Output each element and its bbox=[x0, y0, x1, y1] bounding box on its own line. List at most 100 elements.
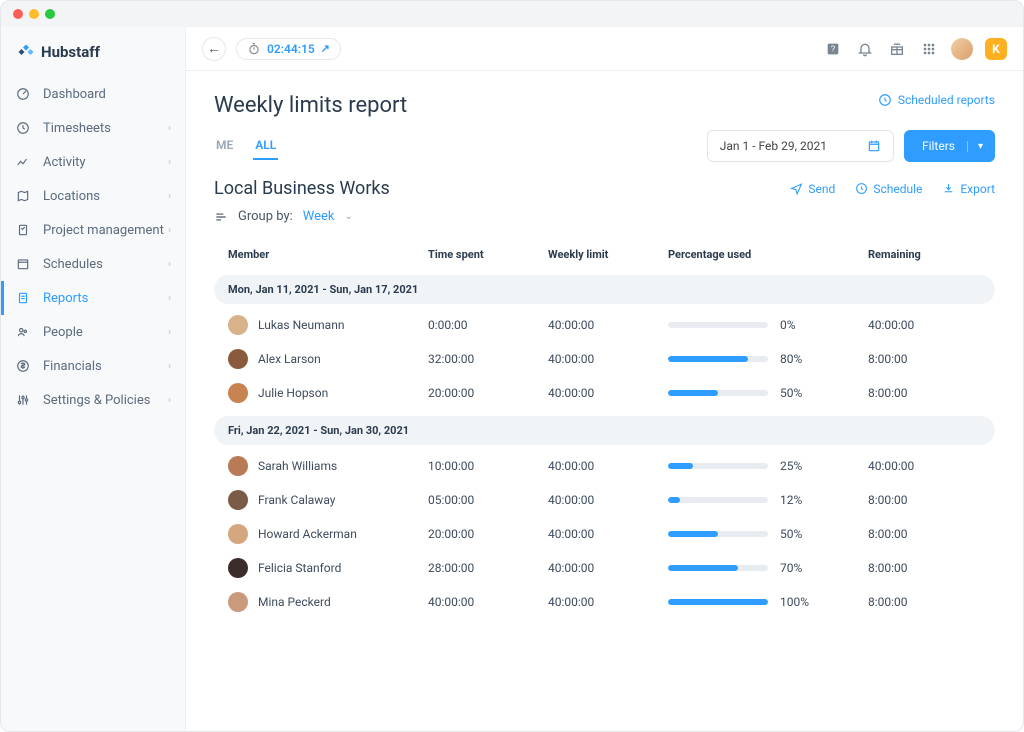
bell-icon[interactable] bbox=[855, 39, 875, 59]
pct-label: 70% bbox=[780, 561, 802, 575]
remaining: 8:00:00 bbox=[868, 561, 981, 575]
chart-icon bbox=[15, 154, 31, 170]
apps-icon[interactable] bbox=[919, 39, 939, 59]
chevron-down-icon: ⌄ bbox=[345, 211, 353, 222]
brand-name: Hubstaff bbox=[41, 43, 100, 61]
sidebar-item-label: Locations bbox=[43, 189, 100, 204]
time-spent: 0:00:00 bbox=[428, 318, 548, 332]
report-tabs: ME ALL bbox=[214, 132, 278, 160]
member-avatar bbox=[228, 383, 248, 403]
member-name: Mina Peckerd bbox=[258, 595, 331, 609]
gauge-icon bbox=[15, 86, 31, 102]
dollar-icon bbox=[15, 358, 31, 374]
member-avatar bbox=[228, 490, 248, 510]
sidebar-item-reports[interactable]: Reports › bbox=[1, 281, 185, 315]
sidebar-item-project-management[interactable]: Project management › bbox=[1, 213, 185, 247]
pct-bar bbox=[668, 322, 768, 328]
chevron-right-icon: › bbox=[168, 327, 171, 338]
member-name: Sarah Williams bbox=[258, 459, 337, 473]
table-row: Sarah Williams 10:00:00 40:00:00 25% 40:… bbox=[214, 449, 995, 483]
remaining: 8:00:00 bbox=[868, 352, 981, 366]
weekly-limit: 40:00:00 bbox=[548, 493, 668, 507]
date-range-picker[interactable]: Jan 1 - Feb 29, 2021 bbox=[707, 130, 894, 162]
time-spent: 20:00:00 bbox=[428, 386, 548, 400]
pct-label: 25% bbox=[780, 459, 802, 473]
sidebar-item-people[interactable]: People › bbox=[1, 315, 185, 349]
sidebar-item-activity[interactable]: Activity › bbox=[1, 145, 185, 179]
weekly-limit: 40:00:00 bbox=[548, 561, 668, 575]
weekly-limit: 40:00:00 bbox=[548, 386, 668, 400]
pct-label: 100% bbox=[780, 595, 809, 609]
workspace-badge[interactable]: K bbox=[985, 38, 1007, 60]
window-max-dot[interactable] bbox=[45, 9, 55, 19]
pct-label: 50% bbox=[780, 527, 802, 541]
export-button[interactable]: Export bbox=[942, 182, 995, 196]
svg-text:?: ? bbox=[831, 44, 836, 53]
schedule-button[interactable]: Schedule bbox=[855, 182, 922, 196]
filters-button[interactable]: Filters ▾ bbox=[904, 130, 995, 162]
sidebar-item-settings[interactable]: Settings & Policies › bbox=[1, 383, 185, 417]
chevron-down-icon: ▾ bbox=[967, 141, 983, 152]
sidebar-item-label: Project management bbox=[43, 223, 164, 238]
sidebar-item-label: Dashboard bbox=[43, 87, 106, 102]
scheduled-reports-link[interactable]: Scheduled reports bbox=[878, 93, 995, 107]
help-icon[interactable]: ? bbox=[823, 39, 843, 59]
chevron-right-icon: › bbox=[168, 123, 171, 134]
sidebar-item-schedules[interactable]: Schedules › bbox=[1, 247, 185, 281]
member-name: Lukas Neumann bbox=[258, 318, 344, 332]
sidebar-item-financials[interactable]: Financials › bbox=[1, 349, 185, 383]
remaining: 40:00:00 bbox=[868, 459, 981, 473]
group-by-control[interactable]: Group by: Week ⌄ bbox=[214, 209, 995, 224]
timer-value: 02:44:15 bbox=[267, 42, 315, 56]
send-button[interactable]: Send bbox=[790, 182, 835, 196]
member-name: Felicia Stanford bbox=[258, 561, 341, 575]
chevron-right-icon: › bbox=[168, 191, 171, 202]
pct-bar bbox=[668, 356, 768, 362]
gift-icon[interactable] bbox=[887, 39, 907, 59]
back-button[interactable]: ← bbox=[202, 37, 226, 61]
sidebar-item-label: Settings & Policies bbox=[43, 393, 150, 408]
weekly-limit: 40:00:00 bbox=[548, 595, 668, 609]
date-range-value: Jan 1 - Feb 29, 2021 bbox=[720, 139, 827, 153]
window-min-dot[interactable] bbox=[29, 9, 39, 19]
col-pct: Percentage used bbox=[668, 248, 868, 261]
member-name: Julie Hopson bbox=[258, 386, 328, 400]
sliders-icon bbox=[15, 392, 31, 408]
table-group-header: Fri, Jan 22, 2021 - Sun, Jan 30, 2021 bbox=[214, 416, 995, 445]
member-avatar bbox=[228, 315, 248, 335]
member-name: Frank Calaway bbox=[258, 493, 335, 507]
stopwatch-icon bbox=[247, 42, 261, 56]
timer-widget[interactable]: 02:44:15 ↗ bbox=[236, 38, 341, 60]
col-weekly-limit: Weekly limit bbox=[548, 248, 668, 261]
sidebar-item-locations[interactable]: Locations › bbox=[1, 179, 185, 213]
user-avatar[interactable] bbox=[951, 38, 973, 60]
calendar-icon bbox=[867, 139, 881, 153]
sidebar-item-timesheets[interactable]: Timesheets › bbox=[1, 111, 185, 145]
remaining: 8:00:00 bbox=[868, 493, 981, 507]
chevron-right-icon: › bbox=[168, 293, 171, 304]
remaining: 8:00:00 bbox=[868, 595, 981, 609]
col-remaining: Remaining bbox=[868, 248, 981, 261]
window-close-dot[interactable] bbox=[13, 9, 23, 19]
table-row: Frank Calaway 05:00:00 40:00:00 12% 8:00… bbox=[214, 483, 995, 517]
tab-me[interactable]: ME bbox=[214, 132, 235, 160]
col-time-spent: Time spent bbox=[428, 248, 548, 261]
sidebar: Hubstaff Dashboard Timesheets › Activity… bbox=[1, 27, 186, 731]
tab-all[interactable]: ALL bbox=[253, 132, 278, 160]
sidebar-item-label: Activity bbox=[43, 155, 86, 170]
map-icon bbox=[15, 188, 31, 204]
download-icon bbox=[942, 182, 955, 195]
sidebar-item-label: Schedules bbox=[43, 257, 103, 272]
sidebar-item-dashboard[interactable]: Dashboard bbox=[1, 77, 185, 111]
time-spent: 28:00:00 bbox=[428, 561, 548, 575]
remaining: 8:00:00 bbox=[868, 527, 981, 541]
member-avatar bbox=[228, 456, 248, 476]
calendar-icon bbox=[15, 256, 31, 272]
member-avatar bbox=[228, 592, 248, 612]
brand[interactable]: Hubstaff bbox=[1, 37, 185, 77]
sidebar-item-label: People bbox=[43, 325, 83, 340]
section-title: Local Business Works bbox=[214, 178, 390, 199]
document-icon bbox=[15, 290, 31, 306]
table-row: Mina Peckerd 40:00:00 40:00:00 100% 8:00… bbox=[214, 585, 995, 619]
pct-bar bbox=[668, 390, 768, 396]
